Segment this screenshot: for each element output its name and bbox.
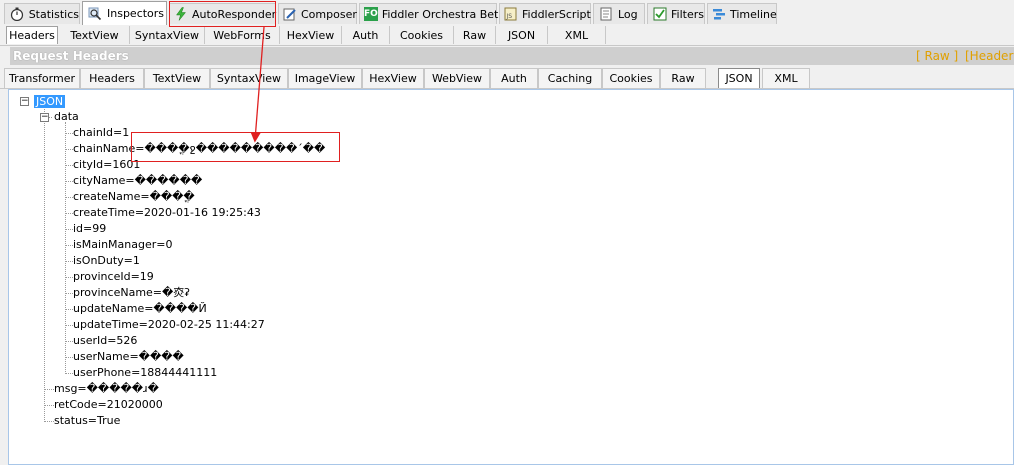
annotation-arrow — [250, 26, 265, 143]
